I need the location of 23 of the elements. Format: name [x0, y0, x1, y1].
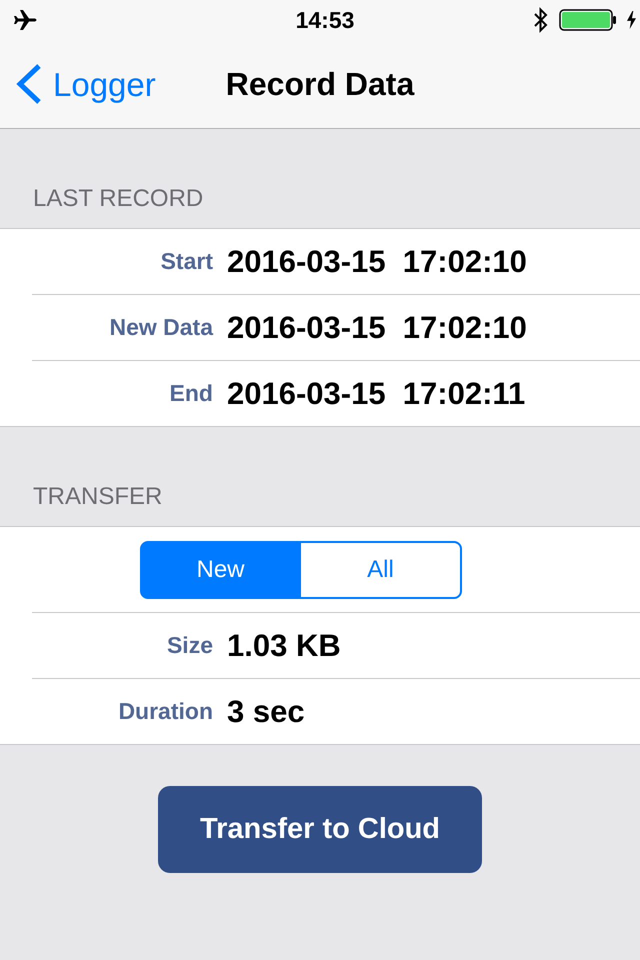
chevron-left-icon [16, 64, 42, 104]
field-value: 3 sec [227, 692, 305, 730]
field-value: 2016-03-15 17:02:10 [227, 242, 527, 280]
field-label: End [168, 380, 213, 408]
segment-tab[interactable]: New [140, 541, 301, 599]
section-header: TRANSFER [33, 483, 162, 511]
field-value: 2016-03-15 17:02:11 [227, 374, 526, 412]
field-label: Duration [117, 698, 213, 726]
field-label: New Data [108, 314, 213, 342]
field-label: Size [166, 632, 213, 660]
lightning-bolt-icon [627, 11, 636, 29]
field-value: 1.03 KB [227, 626, 341, 664]
battery-icon [559, 9, 617, 31]
airplane-icon [14, 10, 38, 30]
back-button[interactable]: Logger [16, 64, 156, 104]
bluetooth-icon [533, 7, 549, 33]
status-time: 14:53 [296, 8, 354, 32]
segment-tab[interactable]: All [301, 541, 462, 599]
field-value: 2016-03-15 17:02:10 [227, 308, 527, 346]
navigation-title: Record Data [226, 68, 414, 100]
transfer-button[interactable]: Transfer to Cloud [158, 786, 482, 873]
section-header: LAST RECORD [33, 185, 204, 213]
field-label: Start [160, 248, 213, 276]
